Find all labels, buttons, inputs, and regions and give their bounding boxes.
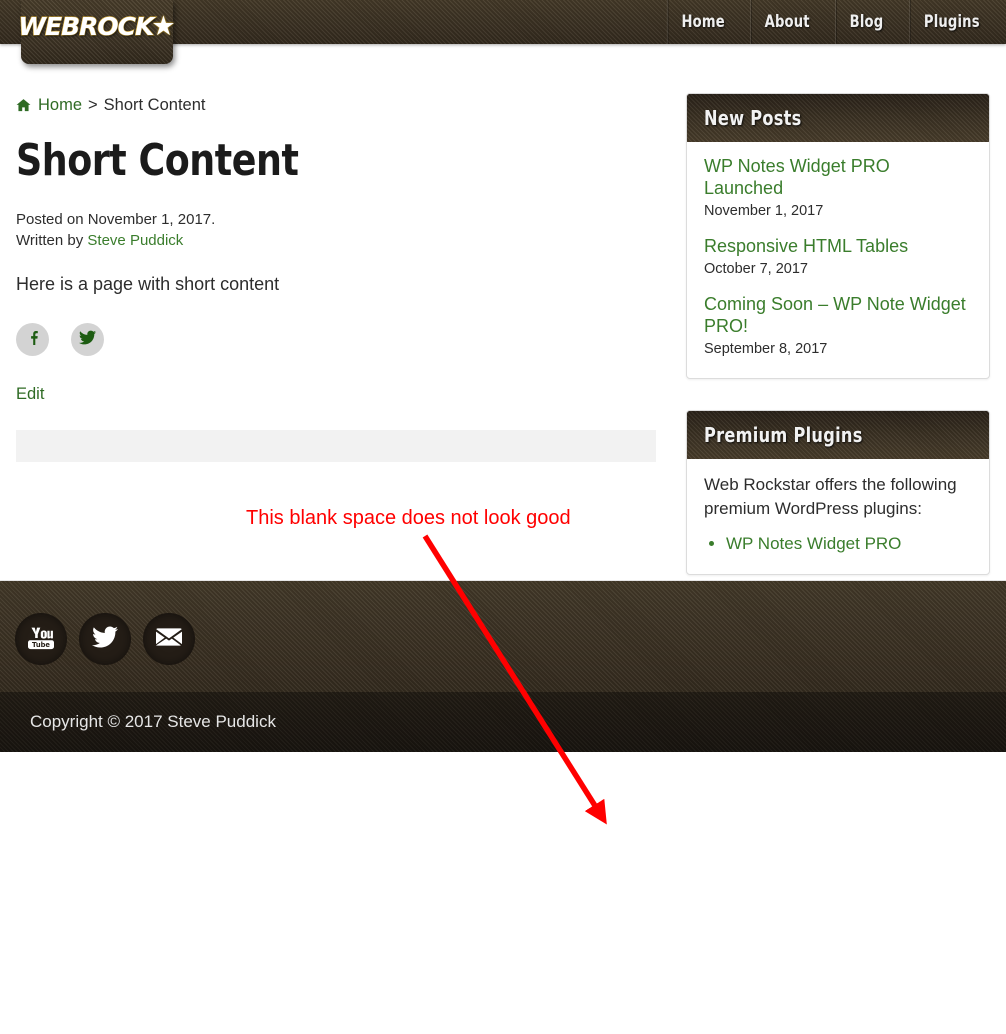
- recent-post-date: October 7, 2017: [704, 261, 808, 278]
- copyright-text: Copyright © 2017 Steve Puddick: [30, 712, 276, 731]
- site-logo-text: WEBROCK: [18, 11, 155, 41]
- page-title: Short Content: [16, 134, 299, 186]
- widget-body-premium-plugins: Web Rockstar offers the following premiu…: [687, 459, 989, 574]
- main-navigation: Home About Blog Plugins: [661, 0, 1006, 44]
- post-author-link[interactable]: Steve Puddick: [87, 232, 183, 249]
- post-meta: Posted on November 1, 2017. Written by S…: [16, 210, 661, 251]
- share-buttons: [16, 323, 661, 357]
- premium-plugin-link[interactable]: WP Notes Widget PRO: [726, 534, 901, 553]
- home-icon: [16, 98, 31, 117]
- edit-link[interactable]: Edit: [16, 385, 44, 404]
- footer-social-links: Tube: [15, 613, 195, 665]
- nav-item-home[interactable]: Home: [666, 0, 739, 44]
- premium-plugins-list: WP Notes Widget PRO: [726, 533, 972, 556]
- widget-header-premium-plugins: Premium Plugins: [687, 410, 989, 459]
- post-date: Posted on November 1, 2017.: [16, 210, 216, 228]
- star-icon: ★: [151, 10, 176, 41]
- footer-youtube-button[interactable]: Tube: [15, 613, 67, 665]
- envelope-icon: [156, 624, 182, 655]
- footer-email-button[interactable]: [143, 613, 195, 665]
- site-logo[interactable]: WEBROCK ★: [18, 0, 176, 64]
- footer-twitter-button[interactable]: [79, 613, 131, 665]
- site-footer: Tube: [0, 580, 1006, 692]
- widget-title: New Posts: [704, 106, 802, 130]
- svg-text:Tube: Tube: [32, 641, 50, 649]
- share-twitter-button[interactable]: [71, 323, 104, 357]
- empty-content-block: [16, 430, 656, 463]
- list-item: WP Notes Widget PRO: [726, 533, 972, 556]
- content-wrapper: Home > Short Content Short Content Poste…: [0, 44, 1006, 580]
- sidebar: New Posts WP Notes Widget PRO Launched N…: [686, 93, 990, 606]
- widget-header-new-posts: New Posts: [687, 94, 989, 142]
- widget-body-new-posts: WP Notes Widget PRO Launched November 1,…: [687, 142, 989, 378]
- list-item: Responsive HTML Tables October 7, 2017: [704, 236, 972, 279]
- recent-post-link[interactable]: Coming Soon – WP Note Widget PRO!: [704, 294, 972, 338]
- list-item: Coming Soon – WP Note Widget PRO! Septem…: [704, 294, 972, 359]
- nav-item-blog[interactable]: Blog: [834, 0, 897, 44]
- breadcrumb-home-link[interactable]: Home: [38, 96, 82, 116]
- nav-item-plugins[interactable]: Plugins: [909, 0, 998, 44]
- list-item: WP Notes Widget PRO Launched November 1,…: [704, 156, 972, 221]
- breadcrumb-separator: >: [88, 96, 98, 114]
- post-author-line: Written by Steve Puddick: [16, 231, 661, 252]
- recent-post-date: November 1, 2017: [704, 202, 824, 219]
- widget-title: Premium Plugins: [704, 422, 863, 447]
- share-facebook-button[interactable]: [16, 323, 49, 357]
- recent-post-link[interactable]: WP Notes Widget PRO Launched: [704, 156, 972, 200]
- facebook-icon: [25, 329, 41, 350]
- written-by-label: Written by: [16, 231, 88, 249]
- youtube-icon: Tube: [28, 624, 54, 655]
- twitter-icon: [92, 624, 118, 655]
- main-content-column: Home > Short Content Short Content Poste…: [16, 44, 661, 463]
- recent-post-link[interactable]: Responsive HTML Tables: [704, 236, 972, 258]
- breadcrumb: Home > Short Content: [16, 96, 661, 116]
- premium-plugins-text: Web Rockstar offers the following premiu…: [704, 474, 957, 519]
- copyright-bar: Copyright © 2017 Steve Puddick: [0, 692, 1006, 752]
- twitter-icon: [79, 329, 96, 351]
- nav-item-about[interactable]: About: [750, 0, 824, 44]
- recent-post-date: September 8, 2017: [704, 341, 828, 358]
- post-body-text: Here is a page with short content: [16, 274, 280, 295]
- widget-premium-plugins: Premium Plugins Web Rockstar offers the …: [686, 409, 990, 575]
- page-root: Home About Blog Plugins WEBROCK ★ Home > …: [0, 0, 1006, 1034]
- breadcrumb-current: Short Content: [103, 96, 206, 114]
- widget-new-posts: New Posts WP Notes Widget PRO Launched N…: [686, 93, 990, 379]
